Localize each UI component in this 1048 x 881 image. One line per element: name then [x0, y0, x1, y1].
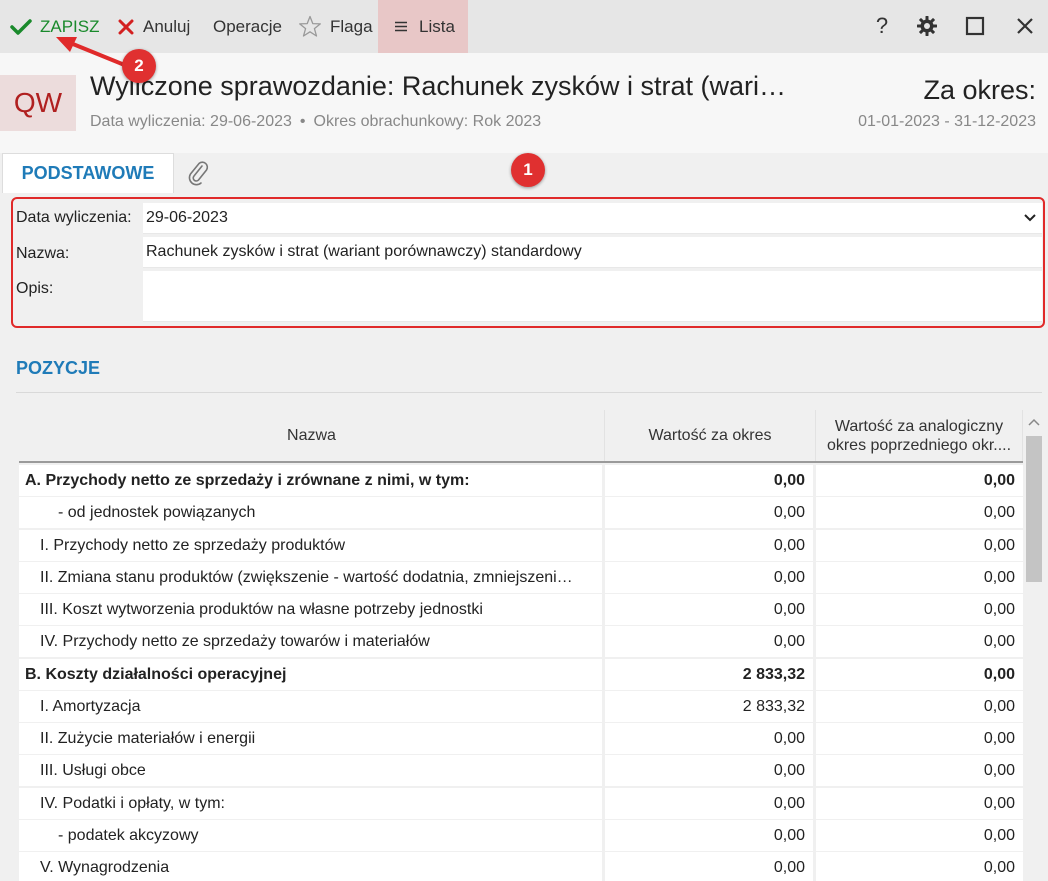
table-row[interactable]: V. Wynagrodzenia 0,00 0,00 — [19, 852, 1023, 881]
row-value-cell: 0,00 — [605, 562, 813, 593]
list-button[interactable]: Lista — [378, 0, 468, 53]
row-name-cell: III. Usługi obce — [19, 755, 602, 786]
row-previous-value-cell: 0,00 — [816, 852, 1023, 881]
flag-button[interactable]: Flaga — [298, 0, 373, 53]
table-row[interactable]: I. Amortyzacja 2 833,32 0,00 — [19, 691, 1023, 722]
settings-button[interactable] — [913, 12, 941, 40]
row-value-cell: 0,00 — [605, 755, 813, 786]
tab-podstawowe[interactable]: PODSTAWOWE — [2, 153, 174, 193]
maximize-button[interactable] — [961, 12, 989, 40]
calc-date-info: Data wyliczenia: 29-06-2023 — [90, 113, 292, 130]
scroll-up-button[interactable] — [1025, 413, 1043, 431]
header-subtitle: Data wyliczenia: 29-06-2023 • Okres obrach… — [90, 113, 541, 131]
row-value-cell: 0,00 — [605, 723, 813, 754]
highlight-frame — [11, 197, 1045, 328]
row-name-cell: IV. Podatki i opłaty, w tym: — [19, 788, 602, 819]
table-row[interactable]: III. Usługi obce 0,00 0,00 — [19, 755, 1023, 786]
row-name-cell: - od jednostek powiązanych — [19, 497, 602, 528]
help-icon: ? — [875, 13, 889, 38]
table-row[interactable]: II. Zmiana stanu produktów (zwiększenie … — [19, 562, 1023, 593]
table-row[interactable]: IV. Przychody netto ze sprzedaży towarów… — [19, 626, 1023, 657]
row-value-cell: 0,00 — [605, 465, 813, 496]
tab-attachments[interactable] — [185, 159, 213, 187]
table-row[interactable]: B. Koszty działalności operacyjnej 2 833,… — [19, 659, 1023, 690]
row-name-cell: A. Przychody netto ze sprzedaży i zrówna… — [19, 465, 602, 496]
row-previous-value-cell: 0,00 — [816, 788, 1023, 819]
row-previous-value-cell: 0,00 — [816, 820, 1023, 851]
row-previous-value-cell: 0,00 — [816, 723, 1023, 754]
maximize-icon — [965, 16, 985, 36]
row-previous-value-cell: 0,00 — [816, 497, 1023, 528]
star-icon — [298, 15, 322, 38]
row-name-cell: IV. Przychody netto ze sprzedaży towarów… — [19, 626, 602, 657]
table-row[interactable]: A. Przychody netto ze sprzedaży i zrówna… — [19, 465, 1023, 496]
row-name-cell: - podatek akcyzowy — [19, 820, 602, 851]
help-button[interactable]: ? — [868, 12, 896, 40]
row-previous-value-cell: 0,00 — [816, 465, 1023, 496]
column-header-value[interactable]: Wartość za okres — [605, 410, 816, 461]
row-name-cell: B. Koszty działalności operacyjnej — [19, 659, 602, 690]
table-row[interactable]: - od jednostek powiązanych 0,00 0,00 — [19, 497, 1023, 528]
operations-menu-button[interactable]: Operacje — [213, 0, 282, 53]
section-title: POZYCJE — [16, 358, 101, 378]
row-previous-value-cell: 0,00 — [816, 562, 1023, 593]
menu-icon — [395, 21, 407, 32]
row-value-cell: 0,00 — [605, 788, 813, 819]
row-name-cell: V. Wynagrodzenia — [19, 852, 602, 881]
flag-label: Flaga — [330, 16, 373, 36]
row-previous-value-cell: 0,00 — [816, 691, 1023, 722]
row-value-cell: 0,00 — [605, 820, 813, 851]
row-name-cell: III. Koszt wytworzenia produktów na włas… — [19, 594, 602, 625]
row-previous-value-cell: 0,00 — [816, 626, 1023, 657]
row-name-cell: I. Przychody netto ze sprzedaży produktó… — [19, 530, 602, 561]
row-name-cell: I. Amortyzacja — [19, 691, 602, 722]
period-range: 01-01-2023 - 31-12-2023 — [858, 113, 1036, 130]
gear-icon — [917, 16, 937, 36]
row-value-cell: 0,00 — [605, 530, 813, 561]
row-value-cell: 0,00 — [605, 497, 813, 528]
separator-dot: • — [299, 113, 306, 130]
row-value-cell: 0,00 — [605, 852, 813, 881]
row-previous-value-cell: 0,00 — [816, 530, 1023, 561]
row-value-cell: 2 833,32 — [605, 659, 813, 690]
row-value-cell: 0,00 — [605, 626, 813, 657]
row-previous-value-cell: 0,00 — [816, 755, 1023, 786]
period-info: Okres obrachunkowy: Rok 2023 — [313, 113, 542, 130]
table-row[interactable]: I. Przychody netto ze sprzedaży produktó… — [19, 530, 1023, 561]
operations-label: Operacje — [213, 16, 282, 36]
row-previous-value-cell: 0,00 — [816, 659, 1023, 690]
section-divider — [16, 392, 1042, 393]
close-window-icon — [1017, 18, 1033, 34]
table-row[interactable]: III. Koszt wytworzenia produktów na włas… — [19, 594, 1023, 625]
row-value-cell: 0,00 — [605, 594, 813, 625]
scrollbar-thumb[interactable] — [1026, 436, 1042, 582]
chevron-up-icon — [1028, 418, 1040, 426]
list-label: Lista — [419, 16, 455, 36]
callout-badge-1: 1 — [511, 153, 545, 187]
table-row[interactable]: IV. Podatki i opłaty, w tym: 0,00 0,00 — [19, 788, 1023, 819]
period-heading: Za okres: — [923, 75, 1036, 105]
callout-arrow — [56, 37, 129, 68]
column-header-previous[interactable]: Wartość za analogiczny okres poprzednieg… — [816, 410, 1023, 461]
row-name-cell: II. Zmiana stanu produktów (zwiększenie … — [19, 562, 602, 593]
table-row[interactable]: II. Zużycie materiałów i energii 0,00 0,00 — [19, 723, 1023, 754]
row-previous-value-cell: 0,00 — [816, 594, 1023, 625]
header-divider — [19, 461, 1023, 463]
row-value-cell: 2 833,32 — [605, 691, 813, 722]
close-window-button[interactable] — [1011, 12, 1039, 40]
paperclip-icon — [188, 161, 209, 186]
column-header-name[interactable]: Nazwa — [19, 410, 605, 461]
row-name-cell: II. Zużycie materiałów i energii — [19, 723, 602, 754]
callout-badge-2: 2 — [122, 49, 156, 83]
table-row[interactable]: - podatek akcyzowy 0,00 0,00 — [19, 820, 1023, 851]
